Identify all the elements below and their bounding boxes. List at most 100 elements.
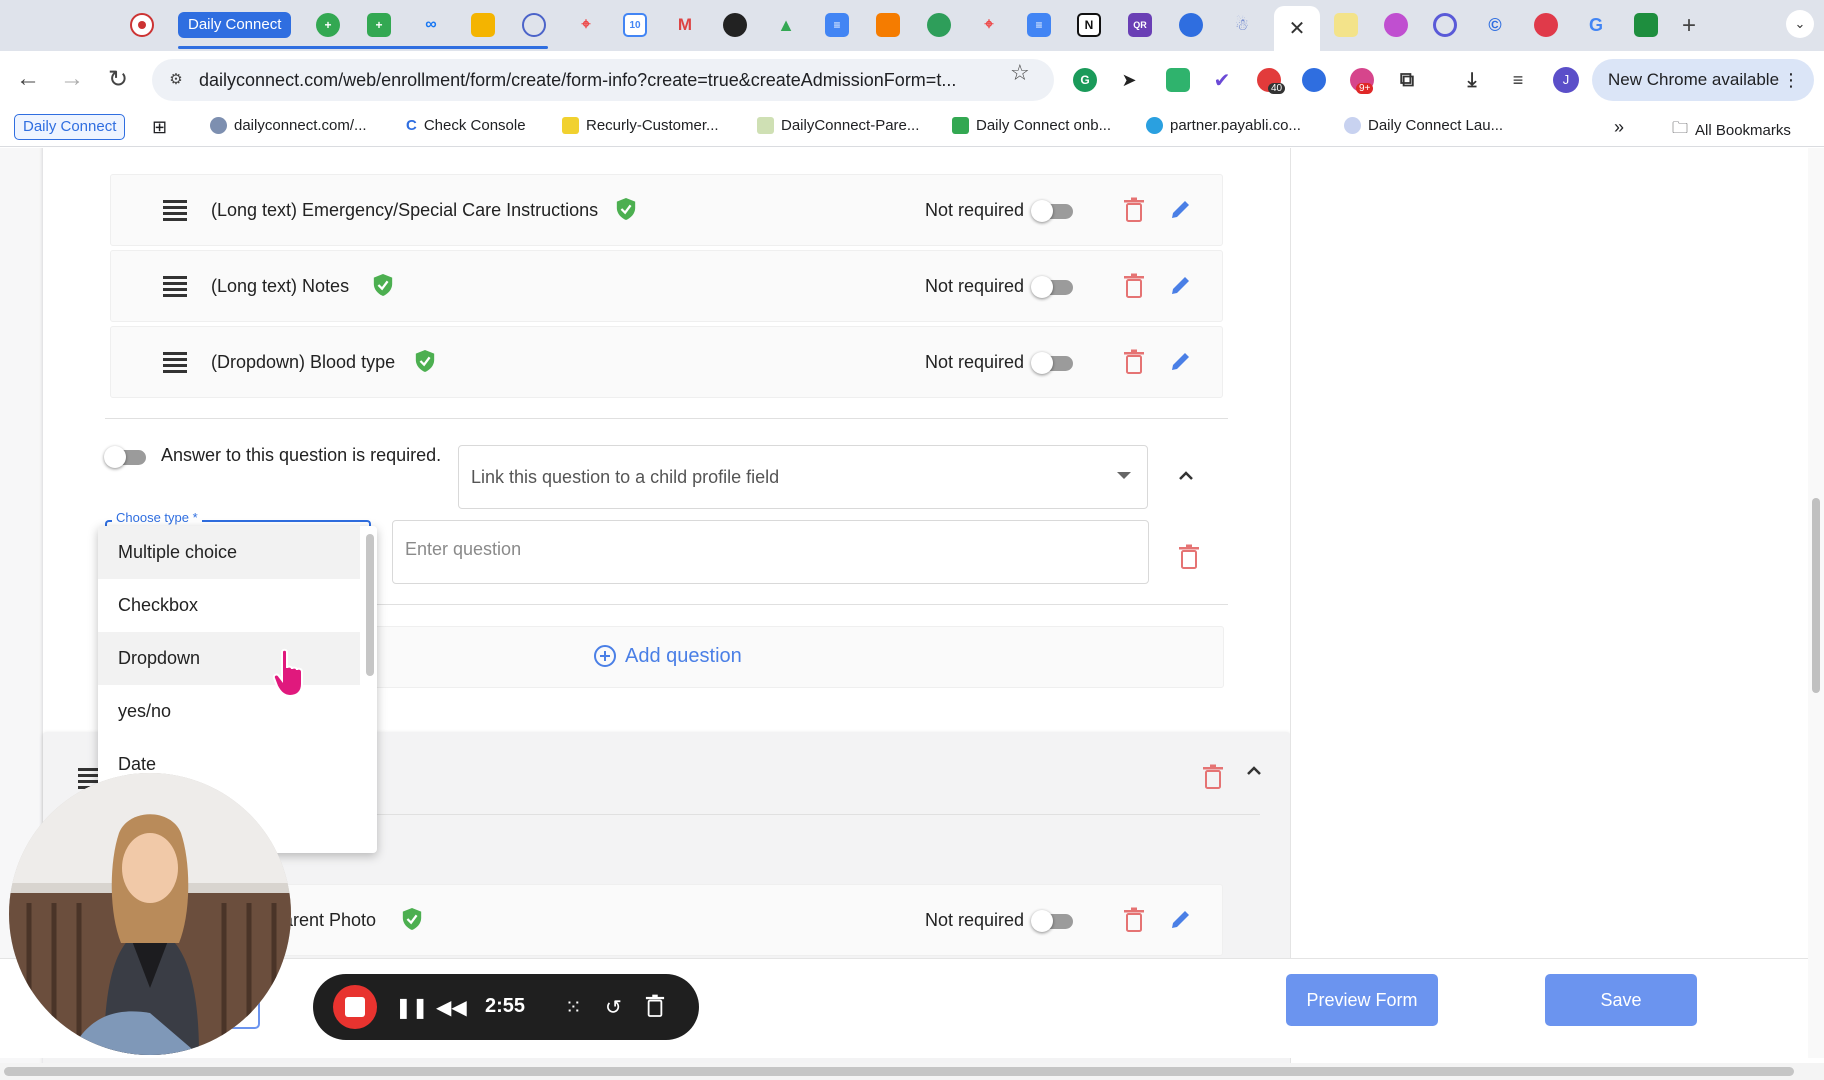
- webcam-bubble[interactable]: [9, 773, 291, 1055]
- tab-icon-drive[interactable]: ▲: [774, 13, 798, 37]
- tab-icon-yellow[interactable]: [1334, 13, 1358, 37]
- download-icon[interactable]: ⤓: [1460, 68, 1484, 92]
- url-text[interactable]: dailyconnect.com/web/enrollment/form/cre…: [199, 70, 956, 91]
- bookmark-daily-connect-launch[interactable]: Daily Connect Lau...: [1344, 117, 1503, 134]
- copy-ext-icon[interactable]: [1166, 68, 1190, 92]
- tab-icon-calendar[interactable]: 10: [623, 13, 647, 37]
- apps-grid-icon[interactable]: ⊞: [152, 117, 167, 138]
- edit-pencil-icon[interactable]: [1169, 197, 1193, 221]
- question-text-field[interactable]: [392, 520, 1149, 584]
- tab-icon-blue-circle[interactable]: [1179, 13, 1203, 37]
- required-toggle[interactable]: [1031, 908, 1075, 934]
- media-queue-icon[interactable]: ≡: [1506, 68, 1530, 92]
- pause-icon[interactable]: ❚❚: [395, 995, 429, 1020]
- new-chrome-available-button[interactable]: New Chrome available ⋮: [1592, 59, 1814, 101]
- tab-icon-google[interactable]: G: [1584, 13, 1608, 37]
- tab-icon-notion[interactable]: N: [1077, 13, 1101, 37]
- drag-handle-icon[interactable]: [163, 276, 187, 300]
- tab-icon-compass[interactable]: [723, 13, 747, 37]
- edit-pencil-icon[interactable]: [1169, 349, 1193, 373]
- check-ext-icon[interactable]: ✔: [1210, 68, 1234, 92]
- required-toggle[interactable]: [1031, 350, 1075, 376]
- tab-icon-meta[interactable]: ∞: [419, 13, 443, 37]
- tab-icon-meet[interactable]: [1634, 13, 1658, 37]
- reload-icon[interactable]: ↻: [104, 65, 132, 94]
- tab-icon-sheets[interactable]: +: [316, 13, 340, 37]
- tab-search-chevron-icon[interactable]: ⌄: [1786, 10, 1814, 38]
- tab-current-close-icon[interactable]: ✕: [1274, 6, 1320, 51]
- tab-icon-orange[interactable]: [876, 13, 900, 37]
- grid-dots-icon[interactable]: ⁙: [565, 995, 582, 1020]
- tab-icon-figure[interactable]: ☃: [1230, 13, 1254, 37]
- delete-trash-icon[interactable]: [1123, 907, 1145, 933]
- tab-icon-docs[interactable]: ≡: [825, 13, 849, 37]
- edit-pencil-icon[interactable]: [1169, 273, 1193, 297]
- bookmark-check-console[interactable]: C Check Console: [406, 117, 526, 134]
- required-toggle[interactable]: [1031, 198, 1075, 224]
- tab-icon-sheets-2[interactable]: +: [367, 13, 391, 37]
- menu-item-dropdown[interactable]: Dropdown: [98, 632, 360, 685]
- section-collapse-chevron-icon[interactable]: [1243, 760, 1265, 782]
- tab-icon-docs-2[interactable]: ≡: [1027, 13, 1051, 37]
- bookmark-dailyconnect-parent[interactable]: DailyConnect-Pare...: [757, 117, 919, 134]
- menu-scrollbar[interactable]: [366, 534, 374, 676]
- child-profile-field-select[interactable]: Link this question to a child profile fi…: [458, 445, 1148, 509]
- pointer-ext-icon[interactable]: ➤: [1117, 68, 1141, 92]
- tab-icon-colorful[interactable]: [1384, 13, 1408, 37]
- site-settings-icon[interactable]: ⚙: [166, 70, 186, 90]
- enter-question-input[interactable]: [405, 539, 1125, 560]
- tab-icon-circle[interactable]: [522, 13, 546, 37]
- drag-handle-icon[interactable]: [163, 200, 187, 224]
- add-question-button[interactable]: Add question: [372, 626, 1224, 688]
- new-tab-plus-icon[interactable]: +: [1682, 12, 1696, 40]
- discard-trash-icon[interactable]: [645, 994, 665, 1018]
- bookmark-recurly[interactable]: Recurly-Customer...: [562, 117, 719, 134]
- more-bookmarks-chevron-icon[interactable]: »: [1614, 117, 1624, 138]
- menu-item-yes-no[interactable]: yes/no: [98, 685, 360, 738]
- answer-required-toggle[interactable]: [104, 444, 148, 470]
- tab-icon-c[interactable]: ©: [1483, 13, 1507, 37]
- record-tab-icon[interactable]: [130, 13, 154, 37]
- puzzle-extensions-icon[interactable]: ⧉: [1395, 68, 1419, 92]
- back-arrow-icon[interactable]: ←: [14, 65, 42, 93]
- save-button[interactable]: Save: [1545, 974, 1697, 1026]
- menu-item-multiple-choice[interactable]: Multiple choice: [98, 526, 360, 579]
- delete-trash-icon[interactable]: [1123, 349, 1145, 375]
- tab-icon-target-2[interactable]: ⌖: [977, 13, 1001, 37]
- forward-arrow-icon[interactable]: →: [58, 65, 86, 93]
- c-ext-icon[interactable]: [1302, 68, 1326, 92]
- bookmark-daily-connect[interactable]: Daily Connect: [14, 114, 126, 140]
- tab-icon-qr[interactable]: QR: [1128, 13, 1152, 37]
- rewind-icon[interactable]: ◀◀: [436, 995, 467, 1020]
- delete-trash-icon[interactable]: [1123, 273, 1145, 299]
- restart-icon[interactable]: ↺: [605, 995, 622, 1020]
- bookmark-payabli[interactable]: partner.payabli.co...: [1146, 117, 1301, 134]
- bookmark-daily-connect-onboarding[interactable]: Daily Connect onb...: [952, 117, 1111, 134]
- bookmark-dailyconnect-url[interactable]: dailyconnect.com/...: [210, 117, 367, 134]
- grammarly-ext-icon[interactable]: G: [1073, 68, 1097, 92]
- section-delete-trash-icon[interactable]: [1202, 764, 1224, 790]
- edit-pencil-icon[interactable]: [1169, 907, 1193, 931]
- tab-icon-red[interactable]: [1534, 13, 1558, 37]
- address-bar[interactable]: ⚙ dailyconnect.com/web/enrollment/form/c…: [152, 59, 1054, 101]
- vertical-scrollbar[interactable]: [1808, 148, 1824, 1058]
- collapse-chevron-up-icon[interactable]: [1175, 465, 1197, 487]
- drag-handle-icon[interactable]: [163, 352, 187, 376]
- tab-daily-connect[interactable]: Daily Connect: [178, 12, 292, 38]
- horizontal-scrollbar[interactable]: [0, 1063, 1824, 1080]
- bookmark-star-icon[interactable]: ☆: [1010, 60, 1030, 86]
- chrome-menu-icon[interactable]: ⋮: [1782, 59, 1800, 101]
- required-toggle[interactable]: [1031, 274, 1075, 300]
- tab-icon-green-circle[interactable]: [927, 13, 951, 37]
- delete-trash-icon[interactable]: [1123, 197, 1145, 223]
- preview-form-button[interactable]: Preview Form: [1286, 974, 1438, 1026]
- tab-icon-target[interactable]: ⌖: [574, 13, 598, 37]
- profile-avatar[interactable]: J: [1553, 67, 1579, 93]
- menu-item-checkbox[interactable]: Checkbox: [98, 579, 360, 632]
- all-bookmarks-folder[interactable]: 🗀 All Bookmarks: [1672, 117, 1791, 144]
- tab-icon-slides[interactable]: [471, 13, 495, 37]
- stop-recording-button[interactable]: [333, 985, 377, 1029]
- delete-question-trash-icon[interactable]: [1178, 544, 1200, 570]
- tab-icon-ring[interactable]: [1433, 13, 1457, 37]
- tab-icon-gmail[interactable]: M: [673, 13, 697, 37]
